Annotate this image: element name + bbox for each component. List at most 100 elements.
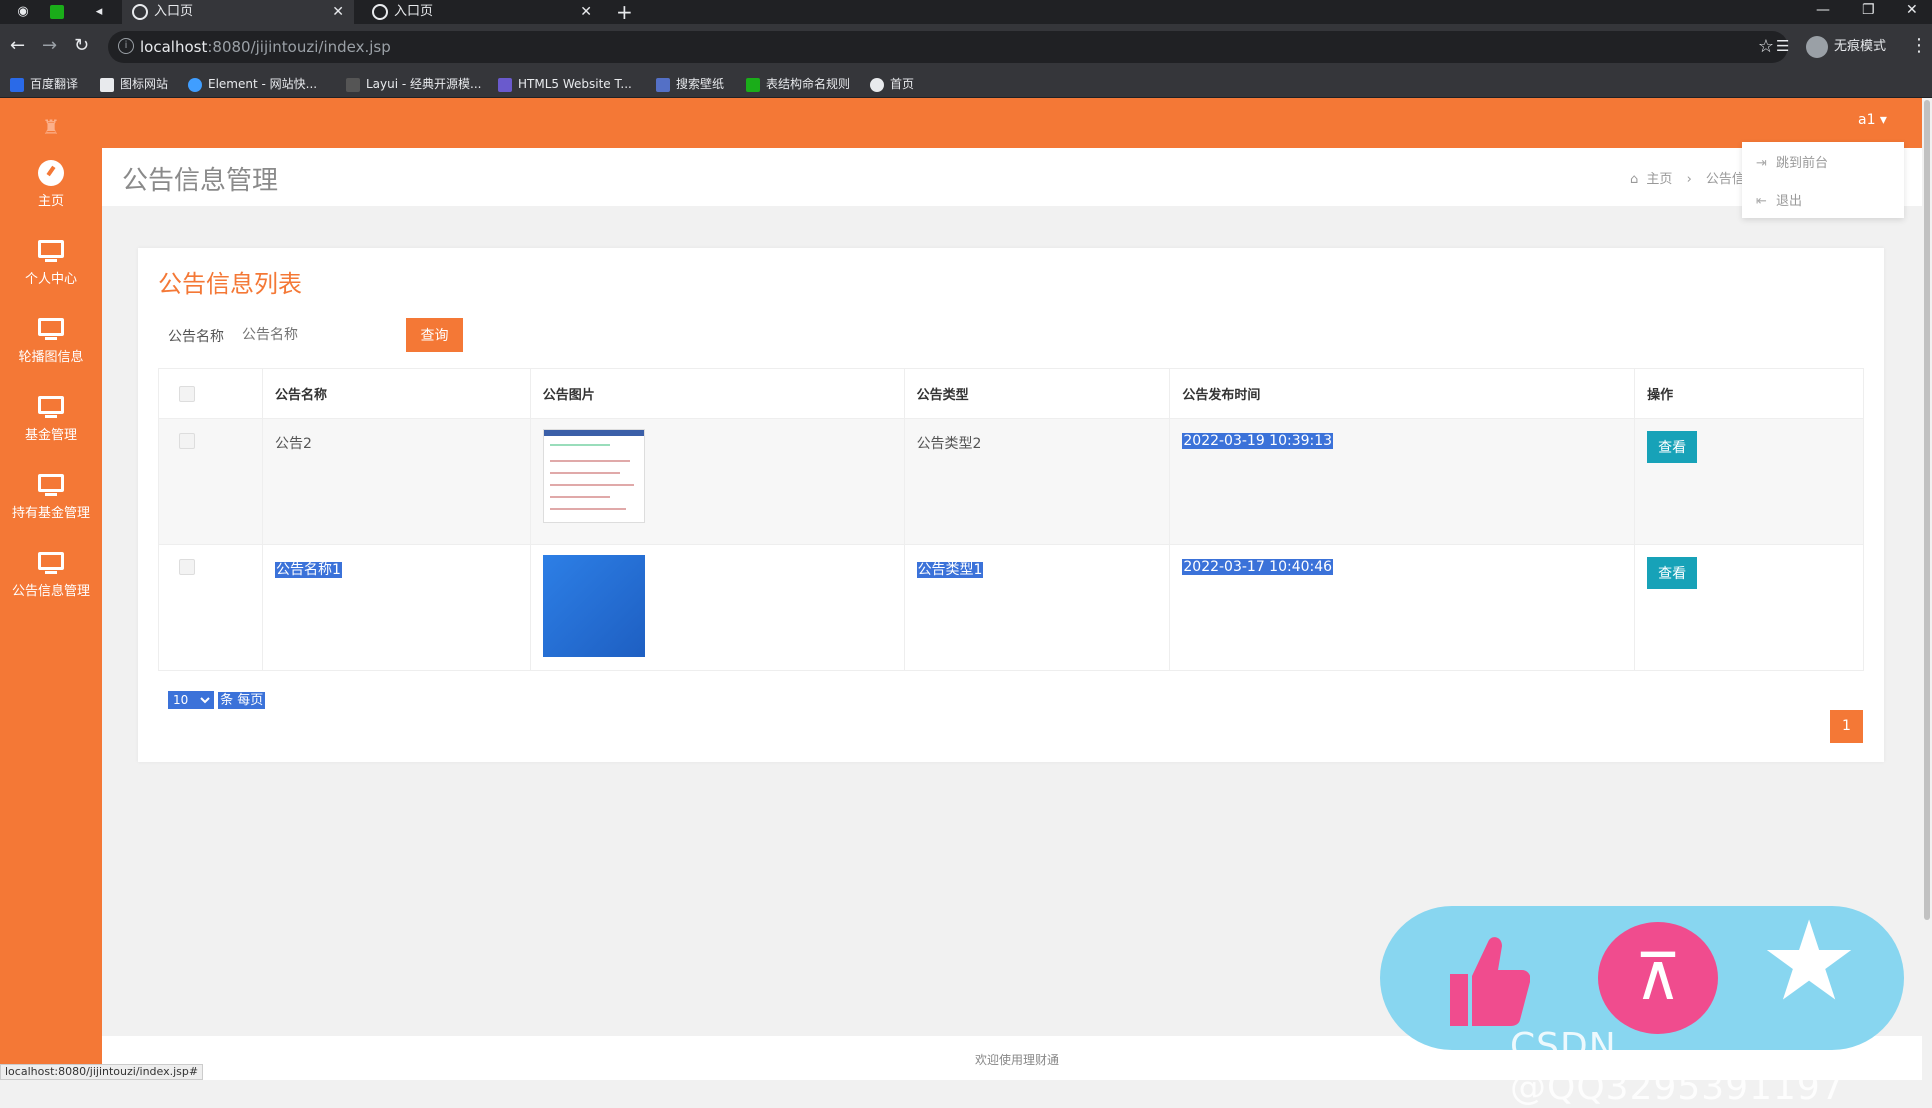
browser-tab-1[interactable]: 入口页 ✕ [122,0,354,24]
watermark: CSDN @QQ3295391197 [1510,1026,1845,1108]
select-all-cell [158,368,263,419]
star-icon[interactable]: ★ [1754,906,1864,1016]
bookmark-item[interactable]: Element - 网站快... [188,70,317,98]
forward-icon[interactable]: → [42,34,57,58]
table-row: 公告2 公告类型2 2022-03-19 10:39:13 查看 [158,418,1864,545]
mute-icon[interactable]: ◂ [90,3,108,21]
bookmark-item[interactable]: Layui - 经典开源模... [346,70,481,98]
back-icon[interactable]: ← [10,34,25,58]
cell-name: 公告名称1 [274,562,342,578]
breadcrumb-separator: › [1686,172,1692,187]
goto-frontend-item[interactable]: ⇥ 跳到前台 [1756,152,1828,171]
globe-icon [132,4,148,20]
column-header: 操作 [1634,368,1864,419]
table-row: 公告名称1 公告类型1 2022-03-17 10:40:46 查看 [158,544,1864,671]
sidebar-item-carousel[interactable]: 轮播图信息 [0,310,102,384]
view-button[interactable]: 查看 [1647,557,1698,589]
globe-icon [372,4,388,20]
breadcrumb-current: 公告信 [1705,172,1745,187]
sidebar-item-profile[interactable]: 个人中心 [0,232,102,306]
cell-time: 2022-03-17 10:40:46 [1182,559,1334,575]
arrow-up-icon: ⊼ [1634,941,1682,1015]
monitor-icon [37,474,65,498]
page-size-select[interactable]: 10 [168,691,214,709]
reload-icon[interactable]: ↻ [74,34,89,58]
sidebar-item-announcements[interactable]: 公告信息管理 [0,544,102,618]
cell-type: 公告类型2 [903,418,1171,545]
bookmark-item[interactable]: 搜索壁纸 [656,70,724,98]
page-number-button[interactable]: 1 [1830,710,1863,743]
select-all-checkbox[interactable] [179,385,195,402]
tab-label: 入口页 [154,4,194,19]
scrollbar-thumb[interactable] [1924,100,1930,920]
sidebar-item-holdings[interactable]: 持有基金管理 [0,466,102,540]
page-size-label: 条 每页 [218,692,266,709]
row-checkbox[interactable] [179,433,195,449]
close-window-icon[interactable]: ✕ [1906,0,1918,20]
breadcrumb-home[interactable]: 主页 [1646,172,1672,187]
site-info-icon[interactable]: i [118,38,134,54]
browser-tab-strip: ◉ ◂ 入口页 ✕ 入口页 ✕ + — ❐ ✕ [0,0,1932,24]
monitor-icon [37,396,65,420]
bookmark-item[interactable]: HTML5 Website T... [498,70,632,98]
search-label: 公告名称 [168,329,224,345]
column-header: 公告图片 [529,368,905,419]
user-menu[interactable]: a1 ▾ [1858,112,1887,128]
sidebar: ♜ 主页 个人中心 轮播图信息 基金管理 持有基金管理 公告信息管理 [0,98,102,1080]
announcement-image [542,429,645,523]
breadcrumb: ⌂ 主页 › 公告信 [1630,168,1745,187]
announcement-image [542,555,645,657]
url-field[interactable]: i localhost:8080/jijintouzi/index.jsp ☆ [108,31,1788,63]
user-dropdown: ⇥ 跳到前台 ⇤ 退出 [1742,142,1904,218]
panel-title: 公告信息列表 [158,270,302,298]
pinned-tab-icon[interactable] [50,5,64,19]
table-header-row: 公告名称 公告图片 公告类型 公告发布时间 操作 [158,368,1864,419]
tab-label: 入口页 [394,4,434,19]
url-text: localhost:8080/jijintouzi/index.jsp [140,38,391,56]
tab-close-icon[interactable]: ✕ [332,0,344,24]
restore-icon[interactable]: ❐ [1862,0,1875,20]
column-header: 公告发布时间 [1169,368,1636,419]
cell-time: 2022-03-19 10:39:13 [1182,433,1334,449]
monitor-icon [37,552,65,576]
row-checkbox[interactable] [179,559,195,575]
incognito-profile[interactable]: 无痕模式 [1806,34,1886,60]
view-button[interactable]: 查看 [1647,431,1698,463]
sidebar-item-home[interactable]: 主页 [0,154,102,228]
sign-in-icon: ⇥ [1756,156,1767,171]
bookmark-star-icon[interactable]: ☆ [1758,31,1774,63]
dashboard-icon [37,160,65,186]
sidebar-item-fund[interactable]: 基金管理 [0,388,102,462]
bookmark-item[interactable]: 百度翻译 [10,70,78,98]
app-top-bar: a1 ▾ [0,98,1932,148]
minimize-icon[interactable]: — [1816,0,1830,20]
browser-tab-2[interactable]: 入口页 ✕ [362,0,602,24]
monitor-icon [37,240,65,264]
new-tab-button[interactable]: + [616,0,633,24]
page-size-control: 10 条 每页 [168,689,266,709]
page-title: 公告信息管理 [122,166,279,196]
logout-item[interactable]: ⇤ 退出 [1756,190,1802,209]
search-input[interactable] [236,318,396,352]
monitor-icon [37,318,65,342]
incognito-icon [1806,35,1828,58]
bookmark-item[interactable]: 表结构命名规则 [746,70,850,98]
announcement-table: 公告名称 公告图片 公告类型 公告发布时间 操作 公告2 公告类型2 2022-… [158,368,1864,671]
address-bar-row: ← → ↻ i localhost:8080/jijintouzi/index.… [0,24,1932,70]
pin-top-button[interactable]: ⊼ [1598,922,1718,1034]
logo-icon: ♜ [42,115,60,139]
bookmark-item[interactable]: 首页 [870,70,914,98]
bookmarks-bar: 百度翻译 图标网站 Element - 网站快... Layui - 经典开源模… [0,70,1932,98]
sign-out-icon: ⇤ [1756,194,1767,209]
tab-close-icon[interactable]: ✕ [580,0,592,24]
cell-type: 公告类型1 [916,562,984,578]
thumbs-up-icon[interactable] [1440,930,1530,1030]
cell-name: 公告2 [261,418,531,545]
home-icon: ⌂ [1630,172,1639,187]
chrome-icon[interactable]: ◉ [14,3,32,21]
search-button[interactable]: 查询 [406,318,463,352]
status-bar-url: localhost:8080/jijintouzi/index.jsp# [0,1064,204,1080]
browser-menu-icon[interactable]: ⋮ [1910,34,1928,58]
bookmark-item[interactable]: 图标网站 [100,70,168,98]
reading-list-icon[interactable]: ☰ [1776,34,1789,58]
